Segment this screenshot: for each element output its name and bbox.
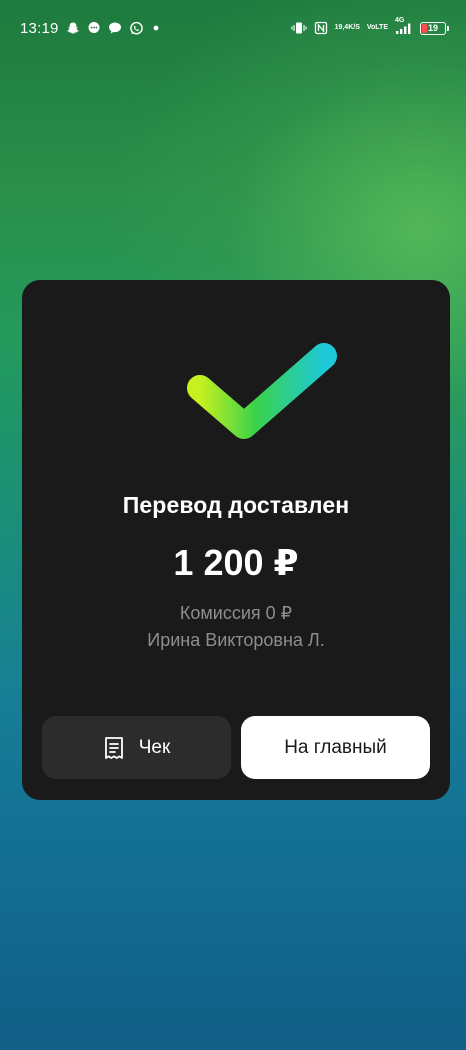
commission-text: Комиссия 0 ₽ (179, 603, 293, 623)
page-title: Перевод доставлен (122, 492, 350, 518)
dot-icon (151, 23, 161, 33)
network-speed-unit: K/S (348, 24, 360, 31)
status-bar-right: 19,4 K/S Vo LTE 4G 19 (291, 17, 449, 35)
home-button[interactable]: На главный (241, 716, 430, 779)
transfer-result-card: Перевод доставлен 1 200 ₽ Комиссия 0 ₽ И… (22, 280, 450, 800)
volte-indicator: Vo LTE (367, 24, 388, 32)
vibrate-icon (291, 21, 307, 35)
network-speed: 19,4 K/S (335, 24, 360, 32)
transfer-amount: 1 200 ₽ (173, 542, 299, 583)
receipt-button-label: Чек (138, 736, 171, 758)
network-speed-value: 19,4 (334, 24, 349, 31)
volte-bottom: LTE (375, 24, 388, 31)
battery-level: 19 (427, 23, 438, 33)
battery-icon: 19 (420, 21, 449, 35)
home-button-label: На главный (284, 736, 387, 758)
nfc-icon (314, 21, 328, 35)
volte-top: Vo (366, 24, 376, 31)
network-type: 4G (395, 17, 405, 24)
snapchat-icon (66, 21, 80, 35)
checkmark-icon (187, 343, 337, 439)
chat-bubble-icon (87, 21, 101, 35)
message-icon (108, 21, 122, 35)
status-time: 13:19 (20, 19, 59, 37)
receipt-button[interactable]: Чек (42, 716, 231, 779)
signal-icon: 4G (395, 17, 413, 35)
recipient-name: Ирина Викторовна Л. (147, 630, 325, 650)
status-bar-left: 13:19 (20, 20, 161, 37)
receipt-icon (103, 736, 125, 760)
whatsapp-icon (129, 21, 144, 36)
status-bar: 13:19 19,4 K/S Vo LTE 4G 19 (0, 0, 466, 58)
